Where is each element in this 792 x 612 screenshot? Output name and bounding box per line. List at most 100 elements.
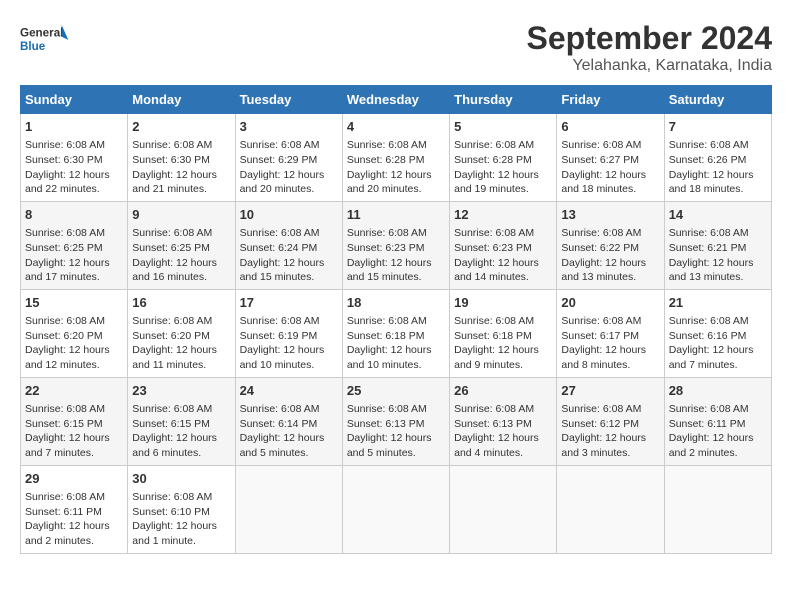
sunrise-label: Sunrise: 6:08 AM	[25, 139, 105, 151]
daylight-label: Daylight: 12 hours	[669, 432, 754, 444]
day-number: 19	[454, 294, 552, 312]
sunset-label: Sunset: 6:11 PM	[669, 418, 746, 430]
sunset-label: Sunset: 6:26 PM	[669, 154, 747, 166]
daylight-minutes: and 18 minutes.	[561, 183, 636, 195]
sunset-label: Sunset: 6:18 PM	[347, 330, 425, 342]
header-day-friday: Friday	[557, 86, 664, 114]
svg-text:General: General	[20, 27, 63, 40]
daylight-label: Daylight: 12 hours	[454, 432, 539, 444]
calendar-cell: 4 Sunrise: 6:08 AM Sunset: 6:28 PM Dayli…	[342, 114, 449, 202]
day-number: 4	[347, 118, 445, 136]
header-day-wednesday: Wednesday	[342, 86, 449, 114]
day-number: 2	[132, 118, 230, 136]
daylight-minutes: and 21 minutes.	[132, 183, 207, 195]
day-number: 11	[347, 206, 445, 224]
daylight-minutes: and 14 minutes.	[454, 271, 529, 283]
daylight-minutes: and 17 minutes.	[25, 271, 100, 283]
daylight-minutes: and 22 minutes.	[25, 183, 100, 195]
calendar-cell: 17 Sunrise: 6:08 AM Sunset: 6:19 PM Dayl…	[235, 289, 342, 377]
sunrise-label: Sunrise: 6:08 AM	[454, 227, 534, 239]
calendar-cell: 2 Sunrise: 6:08 AM Sunset: 6:30 PM Dayli…	[128, 114, 235, 202]
day-number: 10	[240, 206, 338, 224]
calendar-week-4: 22 Sunrise: 6:08 AM Sunset: 6:15 PM Dayl…	[21, 377, 772, 465]
day-number: 12	[454, 206, 552, 224]
sunrise-label: Sunrise: 6:08 AM	[561, 227, 641, 239]
daylight-minutes: and 11 minutes.	[132, 359, 206, 371]
daylight-label: Daylight: 12 hours	[454, 169, 539, 181]
sunrise-label: Sunrise: 6:08 AM	[132, 315, 212, 327]
daylight-minutes: and 5 minutes.	[240, 447, 309, 459]
daylight-minutes: and 10 minutes.	[347, 359, 422, 371]
daylight-label: Daylight: 12 hours	[347, 344, 432, 356]
sunset-label: Sunset: 6:15 PM	[25, 418, 103, 430]
calendar-cell	[664, 465, 771, 553]
sunset-label: Sunset: 6:21 PM	[669, 242, 747, 254]
daylight-label: Daylight: 12 hours	[25, 520, 110, 532]
daylight-minutes: and 20 minutes.	[347, 183, 422, 195]
sunset-label: Sunset: 6:23 PM	[454, 242, 532, 254]
day-number: 23	[132, 382, 230, 400]
sunrise-label: Sunrise: 6:08 AM	[561, 315, 641, 327]
day-number: 22	[25, 382, 123, 400]
calendar-table: SundayMondayTuesdayWednesdayThursdayFrid…	[20, 85, 772, 554]
calendar-week-2: 8 Sunrise: 6:08 AM Sunset: 6:25 PM Dayli…	[21, 201, 772, 289]
sunset-label: Sunset: 6:28 PM	[454, 154, 532, 166]
sunrise-label: Sunrise: 6:08 AM	[240, 315, 320, 327]
sunset-label: Sunset: 6:16 PM	[669, 330, 747, 342]
sunset-label: Sunset: 6:17 PM	[561, 330, 639, 342]
calendar-cell: 21 Sunrise: 6:08 AM Sunset: 6:16 PM Dayl…	[664, 289, 771, 377]
sunset-label: Sunset: 6:29 PM	[240, 154, 318, 166]
sunrise-label: Sunrise: 6:08 AM	[25, 403, 105, 415]
day-number: 14	[669, 206, 767, 224]
logo: General Blue	[20, 20, 70, 60]
daylight-label: Daylight: 12 hours	[669, 169, 754, 181]
daylight-label: Daylight: 12 hours	[347, 432, 432, 444]
daylight-minutes: and 6 minutes.	[132, 447, 201, 459]
daylight-label: Daylight: 12 hours	[132, 344, 217, 356]
calendar-cell: 27 Sunrise: 6:08 AM Sunset: 6:12 PM Dayl…	[557, 377, 664, 465]
sunset-label: Sunset: 6:23 PM	[347, 242, 425, 254]
sunrise-label: Sunrise: 6:08 AM	[25, 315, 105, 327]
calendar-cell: 15 Sunrise: 6:08 AM Sunset: 6:20 PM Dayl…	[21, 289, 128, 377]
daylight-label: Daylight: 12 hours	[669, 257, 754, 269]
day-number: 3	[240, 118, 338, 136]
daylight-minutes: and 2 minutes.	[669, 447, 738, 459]
sunrise-label: Sunrise: 6:08 AM	[347, 227, 427, 239]
sunset-label: Sunset: 6:15 PM	[132, 418, 210, 430]
day-number: 8	[25, 206, 123, 224]
sunset-label: Sunset: 6:18 PM	[454, 330, 532, 342]
logo-icon: General Blue	[20, 20, 70, 60]
calendar-cell: 7 Sunrise: 6:08 AM Sunset: 6:26 PM Dayli…	[664, 114, 771, 202]
sunset-label: Sunset: 6:28 PM	[347, 154, 425, 166]
calendar-week-5: 29 Sunrise: 6:08 AM Sunset: 6:11 PM Dayl…	[21, 465, 772, 553]
calendar-cell	[557, 465, 664, 553]
sunset-label: Sunset: 6:27 PM	[561, 154, 639, 166]
calendar-cell: 1 Sunrise: 6:08 AM Sunset: 6:30 PM Dayli…	[21, 114, 128, 202]
calendar-cell	[235, 465, 342, 553]
sunset-label: Sunset: 6:10 PM	[132, 506, 210, 518]
calendar-cell: 8 Sunrise: 6:08 AM Sunset: 6:25 PM Dayli…	[21, 201, 128, 289]
daylight-label: Daylight: 12 hours	[132, 169, 217, 181]
sunrise-label: Sunrise: 6:08 AM	[25, 227, 105, 239]
calendar-cell	[450, 465, 557, 553]
daylight-minutes: and 15 minutes.	[240, 271, 315, 283]
daylight-label: Daylight: 12 hours	[561, 169, 646, 181]
sunset-label: Sunset: 6:25 PM	[25, 242, 103, 254]
header: General Blue September 2024 Yelahanka, K…	[20, 20, 772, 75]
calendar-cell: 23 Sunrise: 6:08 AM Sunset: 6:15 PM Dayl…	[128, 377, 235, 465]
sunrise-label: Sunrise: 6:08 AM	[347, 403, 427, 415]
daylight-label: Daylight: 12 hours	[132, 257, 217, 269]
calendar-cell: 28 Sunrise: 6:08 AM Sunset: 6:11 PM Dayl…	[664, 377, 771, 465]
day-number: 18	[347, 294, 445, 312]
header-day-sunday: Sunday	[21, 86, 128, 114]
sunrise-label: Sunrise: 6:08 AM	[669, 139, 749, 151]
page-title: September 2024	[527, 20, 772, 57]
day-number: 9	[132, 206, 230, 224]
calendar-week-1: 1 Sunrise: 6:08 AM Sunset: 6:30 PM Dayli…	[21, 114, 772, 202]
day-number: 5	[454, 118, 552, 136]
sunrise-label: Sunrise: 6:08 AM	[132, 491, 212, 503]
calendar-cell: 22 Sunrise: 6:08 AM Sunset: 6:15 PM Dayl…	[21, 377, 128, 465]
daylight-minutes: and 10 minutes.	[240, 359, 315, 371]
svg-text:Blue: Blue	[20, 40, 46, 53]
sunset-label: Sunset: 6:24 PM	[240, 242, 318, 254]
